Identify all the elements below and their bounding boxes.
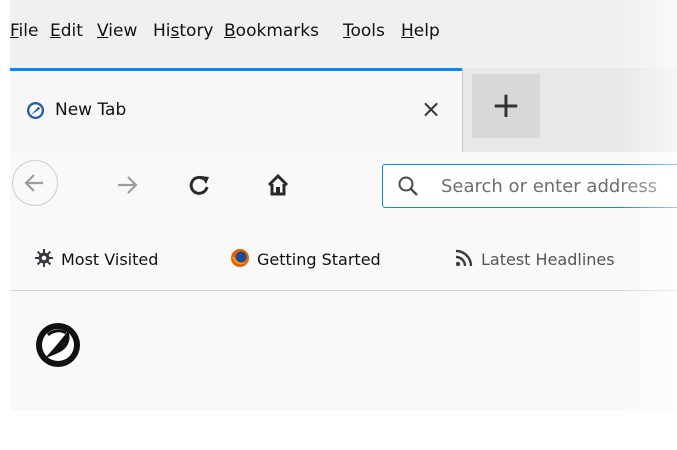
tab-favicon-icon — [26, 101, 45, 120]
home-button[interactable] — [258, 165, 298, 205]
tab-strip: New Tab × + — [10, 68, 677, 152]
menu-bookmarks[interactable]: Bookmarks — [224, 21, 319, 41]
search-icon — [397, 175, 419, 197]
bookmarks-toolbar: Most Visited Getting Started Latest Head… — [10, 232, 677, 291]
back-button[interactable] — [12, 160, 58, 206]
menu-bar: File Edit View History Bookmarks Tools H… — [10, 0, 677, 68]
browser-window: File Edit View History Bookmarks Tools H… — [0, 0, 677, 450]
reload-icon — [189, 175, 209, 195]
bookmark-label: Getting Started — [257, 250, 381, 269]
menu-history[interactable]: History — [153, 21, 214, 41]
close-tab-icon[interactable]: × — [418, 96, 444, 122]
bookmark-latest-headlines[interactable]: Latest Headlines — [454, 248, 615, 269]
search-input[interactable] — [441, 171, 677, 201]
menu-edit[interactable]: Edit — [50, 21, 83, 41]
active-tab-indicator — [10, 68, 462, 71]
navigation-toolbar — [10, 152, 677, 232]
menu-view[interactable]: View — [97, 21, 137, 41]
firefox-icon — [230, 248, 250, 268]
arrow-left-icon — [24, 174, 43, 192]
rss-icon — [454, 248, 474, 268]
page-content — [10, 291, 677, 411]
bookmark-getting-started[interactable]: Getting Started — [230, 248, 381, 269]
menu-help[interactable]: Help — [401, 21, 440, 41]
new-tab-button[interactable]: + — [472, 74, 540, 138]
reload-button[interactable] — [180, 165, 220, 205]
url-bar[interactable] — [382, 164, 677, 208]
tab-new-tab[interactable]: New Tab × — [10, 68, 463, 152]
menu-file[interactable]: File — [10, 21, 38, 41]
forward-button[interactable] — [108, 165, 148, 205]
bookmark-most-visited[interactable]: Most Visited — [34, 248, 158, 269]
browser-logo-icon — [34, 321, 82, 369]
bookmark-label: Most Visited — [61, 250, 159, 269]
gear-icon — [34, 248, 54, 268]
home-icon — [267, 173, 289, 196]
tab-title: New Tab — [55, 100, 127, 120]
menu-tools[interactable]: Tools — [343, 21, 385, 41]
arrow-right-icon — [118, 176, 138, 194]
bookmark-label: Latest Headlines — [481, 250, 615, 269]
